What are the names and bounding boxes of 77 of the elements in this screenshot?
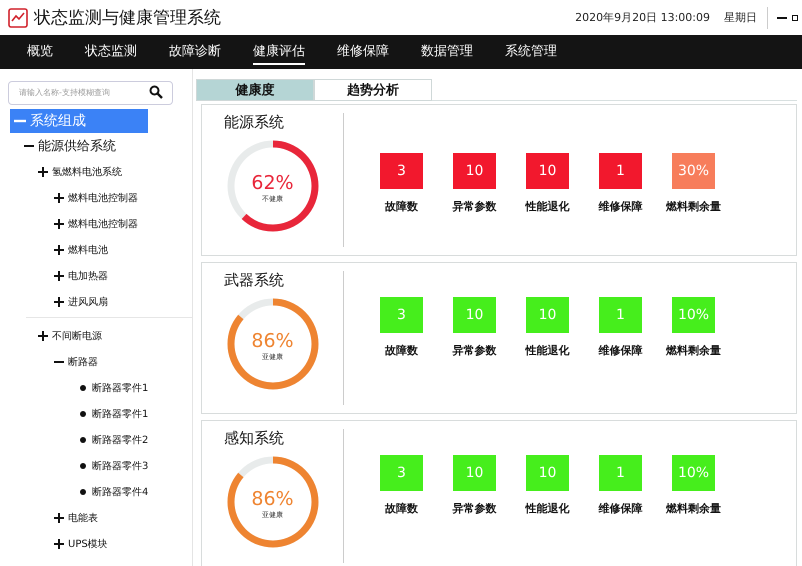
nav-tab[interactable]: 系统管理 xyxy=(505,40,557,64)
tree-item[interactable]: 燃料电池 xyxy=(8,237,192,263)
metric-label: 燃料剩余量 xyxy=(666,343,721,358)
nav-tab[interactable]: 维修保障 xyxy=(337,40,389,64)
system-name: 感知系统 xyxy=(224,429,284,448)
metric-label: 性能退化 xyxy=(526,343,570,358)
plus-icon[interactable] xyxy=(54,513,64,523)
metric-label: 燃料剩余量 xyxy=(666,199,721,214)
tree-item[interactable]: 氢燃料电池系统 xyxy=(8,159,192,185)
metric-value: 3 xyxy=(380,297,423,333)
tree-item[interactable]: 系统组成 xyxy=(10,109,148,133)
nav-tab[interactable]: 健康评估 xyxy=(253,40,305,64)
metric-label: 性能退化 xyxy=(526,501,570,516)
plus-icon[interactable] xyxy=(54,271,64,281)
weekday: 星期日 xyxy=(724,10,757,25)
metric-value: 10 xyxy=(526,455,569,491)
plus-icon[interactable] xyxy=(54,539,64,549)
tree-item[interactable]: 不间断电源 xyxy=(8,323,192,349)
metric-value: 3 xyxy=(380,455,423,491)
metric-value: 10 xyxy=(453,455,496,491)
nav-tab[interactable]: 状态监测 xyxy=(85,40,137,64)
metric-value: 1 xyxy=(599,455,642,491)
app-title: 状态监测与健康管理系统 xyxy=(34,7,221,29)
plus-icon[interactable] xyxy=(54,245,64,255)
metric-value: 1 xyxy=(599,297,642,333)
health-percent: 62% xyxy=(251,172,294,194)
plus-icon[interactable] xyxy=(54,297,64,307)
metric-label: 燃料剩余量 xyxy=(666,501,721,516)
tree-item[interactable]: 能源供给系统 xyxy=(8,133,192,159)
nav-tab[interactable]: 数据管理 xyxy=(421,40,473,64)
search-icon[interactable] xyxy=(149,85,163,99)
metric-label: 异常参数 xyxy=(452,501,496,516)
metric-label: 异常参数 xyxy=(452,343,496,358)
metric-value: 10 xyxy=(453,297,496,333)
health-percent: 86% xyxy=(251,488,294,510)
tab[interactable]: 健康度 xyxy=(196,79,314,101)
metric-label: 性能退化 xyxy=(526,199,570,214)
metric-value: 30% xyxy=(672,153,715,189)
tree-item[interactable]: 电加热器 xyxy=(8,263,192,289)
tree-item[interactable]: 进风风扇 xyxy=(8,289,192,315)
metric-value: 10% xyxy=(672,455,715,491)
tree-item[interactable]: 断路器零件1 xyxy=(8,401,192,427)
tree-item[interactable]: 断路器零件2 xyxy=(8,427,192,453)
tree-item[interactable]: UPS模块 xyxy=(8,531,192,557)
tree-item[interactable]: 燃料电池控制器 xyxy=(8,185,192,211)
metric-label: 维修保障 xyxy=(598,199,642,214)
metric-value: 3 xyxy=(380,153,423,189)
tree-item[interactable]: 断路器 xyxy=(8,349,192,375)
tree-item[interactable]: 断路器零件3 xyxy=(8,453,192,479)
metric-value: 10 xyxy=(453,153,496,189)
tree-item[interactable]: 断路器零件4 xyxy=(8,479,192,505)
plus-icon[interactable] xyxy=(38,331,48,341)
health-percent: 86% xyxy=(251,330,294,352)
metric-label: 异常参数 xyxy=(452,199,496,214)
metric-label: 故障数 xyxy=(385,199,418,214)
plus-icon[interactable] xyxy=(38,167,48,177)
datetime: 2020年9月20日 13:00:09 xyxy=(575,10,710,25)
plus-icon[interactable] xyxy=(54,219,64,229)
search-field[interactable]: 请输入名称-支持模糊查询 xyxy=(8,80,173,104)
metric-label: 故障数 xyxy=(385,501,418,516)
plus-icon[interactable] xyxy=(54,193,64,203)
metric-value: 10 xyxy=(526,297,569,333)
chart-logo-icon xyxy=(8,8,28,28)
metric-value: 10 xyxy=(526,153,569,189)
metric-label: 维修保障 xyxy=(598,343,642,358)
nav-tab[interactable]: 故障诊断 xyxy=(169,40,221,64)
metric-value: 10% xyxy=(672,297,715,333)
tab[interactable]: 趋势分析 xyxy=(314,79,432,101)
tree-item[interactable]: 断路器零件1 xyxy=(8,375,192,401)
metric-label: 故障数 xyxy=(385,343,418,358)
nav-tab[interactable]: 概览 xyxy=(27,40,53,64)
system-name: 武器系统 xyxy=(224,271,284,290)
system-name: 能源系统 xyxy=(224,113,284,132)
tree-item[interactable]: 电能表 xyxy=(8,505,192,531)
metric-label: 维修保障 xyxy=(598,501,642,516)
metric-value: 1 xyxy=(599,153,642,189)
tree-item[interactable]: 燃料电池控制器 xyxy=(8,211,192,237)
